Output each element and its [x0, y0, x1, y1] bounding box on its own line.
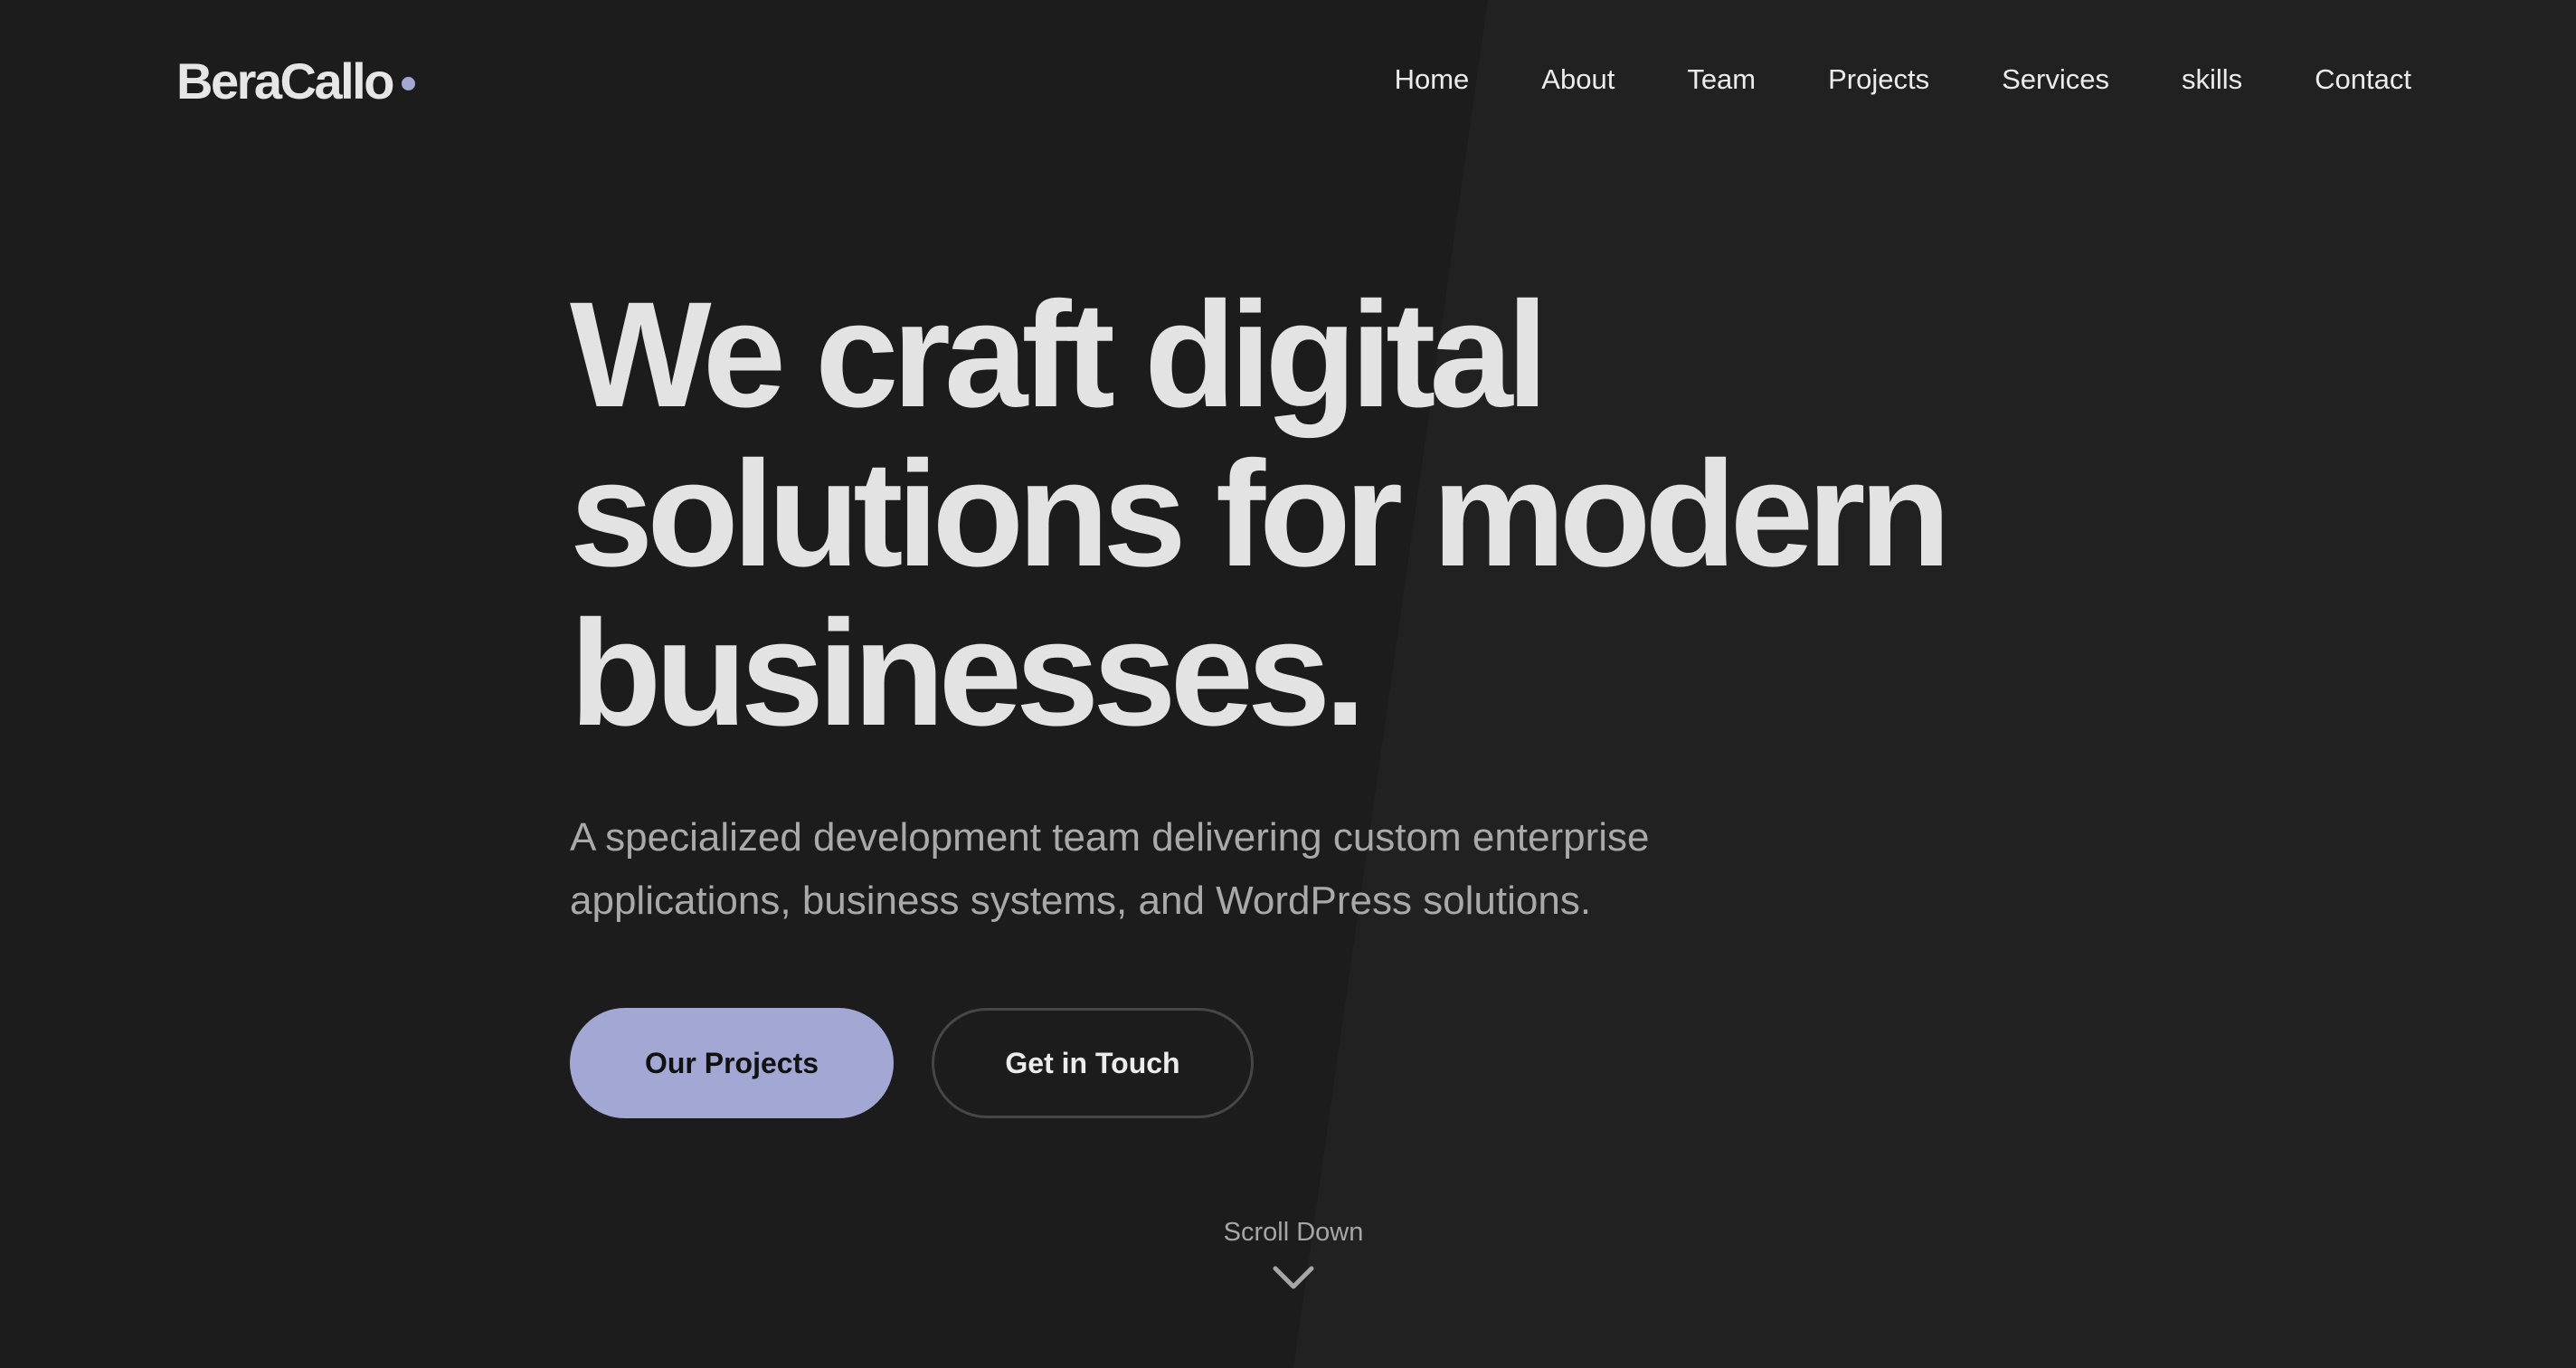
nav-item-team: Team [1687, 62, 1756, 98]
our-projects-button[interactable]: Our Projects [570, 1008, 894, 1118]
site-header: BeraCallo Home About Team Projects Servi… [0, 0, 2576, 163]
page: BeraCallo Home About Team Projects Servi… [0, 0, 2576, 1368]
get-in-touch-button[interactable]: Get in Touch [932, 1008, 1254, 1118]
scroll-down-label: Scroll Down [1223, 1218, 1364, 1247]
nav-link-home[interactable]: Home [1395, 63, 1470, 95]
hero-title-line: solutions for modern [570, 431, 1951, 598]
main-nav: Home About Team Projects Services skills… [1395, 62, 2411, 98]
nav-item-home: Home [1395, 62, 1470, 98]
nav-item-projects: Projects [1828, 62, 1929, 98]
nav-item-about: About [1541, 62, 1615, 98]
logo-dot-icon [401, 76, 415, 90]
hero-title-line: We craft digital [570, 271, 1548, 439]
scroll-down-link[interactable]: Scroll Down [1198, 1214, 1389, 1292]
chevron-down-icon [1273, 1266, 1314, 1289]
nav-item-skills: skills [2182, 62, 2242, 98]
nav-link-contact[interactable]: Contact [2315, 63, 2411, 95]
hero-subtitle-line: applications, business systems, and Word… [570, 879, 1592, 923]
hero-title: We craft digital solutions for modern bu… [570, 276, 2017, 754]
hero-title-line: businesses. [570, 590, 1366, 757]
nav-item-contact: Contact [2315, 62, 2411, 98]
hero-buttons: Our Projects Get in Touch [570, 1008, 2017, 1118]
logo-text: BeraCallo [176, 52, 394, 109]
nav-link-projects[interactable]: Projects [1828, 63, 1929, 95]
nav-link-skills[interactable]: skills [2182, 63, 2242, 95]
nav-link-team[interactable]: Team [1687, 63, 1756, 95]
hero-subtitle: A specialized development team deliverin… [570, 806, 1746, 933]
nav-item-services: Services [2002, 62, 2109, 98]
hero-subtitle-line: A specialized development team deliverin… [570, 815, 1650, 860]
logo-link[interactable]: BeraCallo [176, 52, 415, 110]
nav-link-services[interactable]: Services [2002, 63, 2109, 95]
nav-link-about[interactable]: About [1541, 63, 1615, 95]
hero-section: We craft digital solutions for modern bu… [570, 276, 2017, 1118]
